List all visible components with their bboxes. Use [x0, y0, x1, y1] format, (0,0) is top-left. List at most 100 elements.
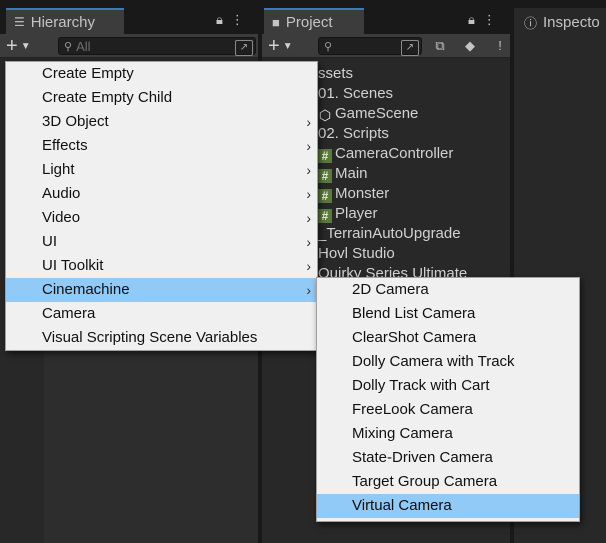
submenu-item-dolly-track-with-cart[interactable]: Dolly Track with Cart — [317, 374, 579, 398]
submenu-item-label: Virtual Camera — [352, 497, 452, 514]
search-placeholder: All — [76, 38, 91, 54]
tree-item-gamescene[interactable]: ⬡ GameScene — [318, 104, 508, 124]
project-tab[interactable]: ■ Project — [264, 8, 364, 34]
menu-item-label: Cinemachine — [42, 281, 130, 298]
submenu-arrow-icon: › — [306, 114, 311, 130]
chevron-down-icon: ▼ — [20, 40, 31, 52]
project-tree: ssets 01. Scenes ⬡ GameScene 02. Scripts # Cam… — [318, 64, 508, 284]
csharp-script-icon: # — [318, 189, 332, 203]
project-search-field[interactable]: ⚲ ↗ — [318, 37, 422, 56]
cinemachine-submenu: 2D Camera Blend List Camera ClearShot Came… — [316, 277, 580, 522]
search-scope-icon[interactable]: ↗ — [235, 40, 253, 56]
tree-item-cameracontroller[interactable]: # CameraController — [318, 144, 508, 164]
unity-scene-icon: ⬡ — [318, 107, 332, 123]
menu-item-ui[interactable]: UI › — [6, 230, 317, 254]
filter-by-type-icon[interactable]: ⧉ — [430, 37, 450, 55]
submenu-item-virtual-camera[interactable]: Virtual Camera — [317, 494, 579, 518]
submenu-item-target-group-camera[interactable]: Target Group Camera — [317, 470, 579, 494]
tree-item-label: Hovl Studio — [318, 245, 395, 262]
menu-item-label: UI — [42, 233, 57, 250]
menu-item-label: UI Toolkit — [42, 257, 104, 274]
search-scope-icon[interactable]: ↗ — [401, 40, 419, 56]
submenu-item-label: FreeLook Camera — [352, 401, 473, 418]
tree-item-label: CameraController — [335, 145, 454, 162]
tree-item-01-scenes[interactable]: 01. Scenes — [318, 84, 508, 104]
submenu-item-label: Dolly Track with Cart — [352, 377, 490, 394]
hierarchy-search-field[interactable]: ⚲ All ↗ — [58, 37, 256, 56]
submenu-item-label: Blend List Camera — [352, 305, 476, 322]
submenu-item-freelook-camera[interactable]: FreeLook Camera — [317, 398, 579, 422]
menu-item-label: Audio — [42, 185, 81, 202]
kebab-menu-icon[interactable]: ⋮ — [231, 12, 244, 28]
menu-item-3d-object[interactable]: 3D Object › — [6, 110, 317, 134]
tree-item-ssets[interactable]: ssets — [318, 64, 508, 84]
submenu-item-label: Target Group Camera — [352, 473, 498, 490]
tree-item-monster[interactable]: # Monster — [318, 184, 508, 204]
menu-item-create-empty-child[interactable]: Create Empty Child — [6, 86, 317, 110]
submenu-item-label: 2D Camera — [352, 281, 429, 298]
menu-item-create-empty[interactable]: Create Empty — [6, 62, 317, 86]
menu-item-label: Effects — [42, 137, 88, 154]
menu-item-camera[interactable]: Camera — [6, 302, 317, 326]
menu-item-visual-scripting-scene-variables[interactable]: Visual Scripting Scene Variables — [6, 326, 317, 350]
submenu-item-state-driven-camera[interactable]: State-Driven Camera — [317, 446, 579, 470]
tree-item-player[interactable]: # Player — [318, 204, 508, 224]
search-icon: ⚲ — [324, 40, 333, 53]
tree-item-terrainautoupgrade[interactable]: _TerrainAutoUpgrade — [318, 224, 508, 244]
kebab-menu-icon[interactable]: ⋮ — [483, 12, 496, 28]
hierarchy-tab-icons: 🔒︎ ⋮ — [216, 12, 244, 28]
tree-item-label: _TerrainAutoUpgrade — [318, 225, 461, 242]
menu-item-effects[interactable]: Effects › — [6, 134, 317, 158]
hierarchy-tabbar: ☰ Hierarchy 🔒︎ ⋮ — [0, 0, 258, 34]
tree-item-label: ssets — [318, 65, 354, 82]
submenu-arrow-icon: › — [306, 138, 311, 154]
menu-item-video[interactable]: Video › — [6, 206, 317, 230]
submenu-item-2d-camera[interactable]: 2D Camera — [317, 278, 579, 302]
submenu-item-label: ClearShot Camera — [352, 329, 477, 346]
inspector-tab[interactable]: ⓘ Inspecto — [514, 8, 606, 34]
submenu-item-label: Mixing Camera — [352, 425, 453, 442]
submenu-arrow-icon: › — [306, 162, 311, 178]
info-icon: ⓘ — [524, 15, 538, 31]
hidden-packages-icon[interactable]: ! — [490, 37, 510, 55]
submenu-item-clearshot-camera[interactable]: ClearShot Camera — [317, 326, 579, 350]
add-gameobject-button[interactable]: + ▼ — [6, 35, 46, 57]
project-tab-label: Project — [285, 13, 333, 31]
hierarchy-tab[interactable]: ☰ Hierarchy — [6, 8, 124, 34]
tree-item-hovl-studio[interactable]: Hovl Studio — [318, 244, 508, 264]
hierarchy-list-icon: ☰ — [14, 15, 25, 29]
submenu-arrow-icon: › — [306, 282, 311, 298]
menu-item-label: Light — [42, 161, 75, 178]
lock-icon[interactable]: 🔒︎ — [216, 12, 223, 28]
menu-item-ui-toolkit[interactable]: UI Toolkit › — [6, 254, 317, 278]
csharp-script-icon: # — [318, 149, 332, 163]
project-toolbar: + ▼ ⚲ ↗ ⧉ ◆ ! — [262, 34, 510, 58]
inspector-tabbar: ⓘ Inspecto — [514, 0, 606, 34]
submenu-arrow-icon: › — [306, 258, 311, 274]
submenu-arrow-icon: › — [306, 186, 311, 202]
menu-item-label: Create Empty — [42, 65, 134, 82]
menu-item-cinemachine[interactable]: Cinemachine › — [6, 278, 317, 302]
project-add-button[interactable]: + ▼ — [268, 35, 308, 57]
lock-icon[interactable]: 🔒︎ — [468, 12, 475, 28]
csharp-script-icon: # — [318, 209, 332, 223]
plus-icon: + — [268, 34, 280, 57]
filter-by-label-icon[interactable]: ◆ — [460, 37, 480, 55]
create-context-menu: Create Empty Create Empty Child 3D Object ›… — [5, 61, 318, 351]
tree-item-02-scripts[interactable]: 02. Scripts — [318, 124, 508, 144]
hierarchy-toolbar: + ▼ ⚲ All ↗ — [0, 34, 258, 58]
submenu-item-blend-list-camera[interactable]: Blend List Camera — [317, 302, 579, 326]
tree-item-main[interactable]: # Main — [318, 164, 508, 184]
project-tabbar: ■ Project 🔒︎ ⋮ — [262, 0, 510, 34]
inspector-tab-label: Inspecto — [543, 13, 600, 31]
plus-icon: + — [6, 34, 18, 57]
submenu-arrow-icon: › — [306, 210, 311, 226]
hierarchy-scroll-area — [44, 340, 258, 543]
menu-item-audio[interactable]: Audio › — [6, 182, 317, 206]
search-icon: ⚲ — [64, 40, 73, 53]
tree-item-label: 02. Scripts — [318, 125, 389, 142]
menu-item-light[interactable]: Light › — [6, 158, 317, 182]
submenu-item-mixing-camera[interactable]: Mixing Camera — [317, 422, 579, 446]
submenu-item-dolly-camera-with-track[interactable]: Dolly Camera with Track — [317, 350, 579, 374]
submenu-item-label: State-Driven Camera — [352, 449, 493, 466]
